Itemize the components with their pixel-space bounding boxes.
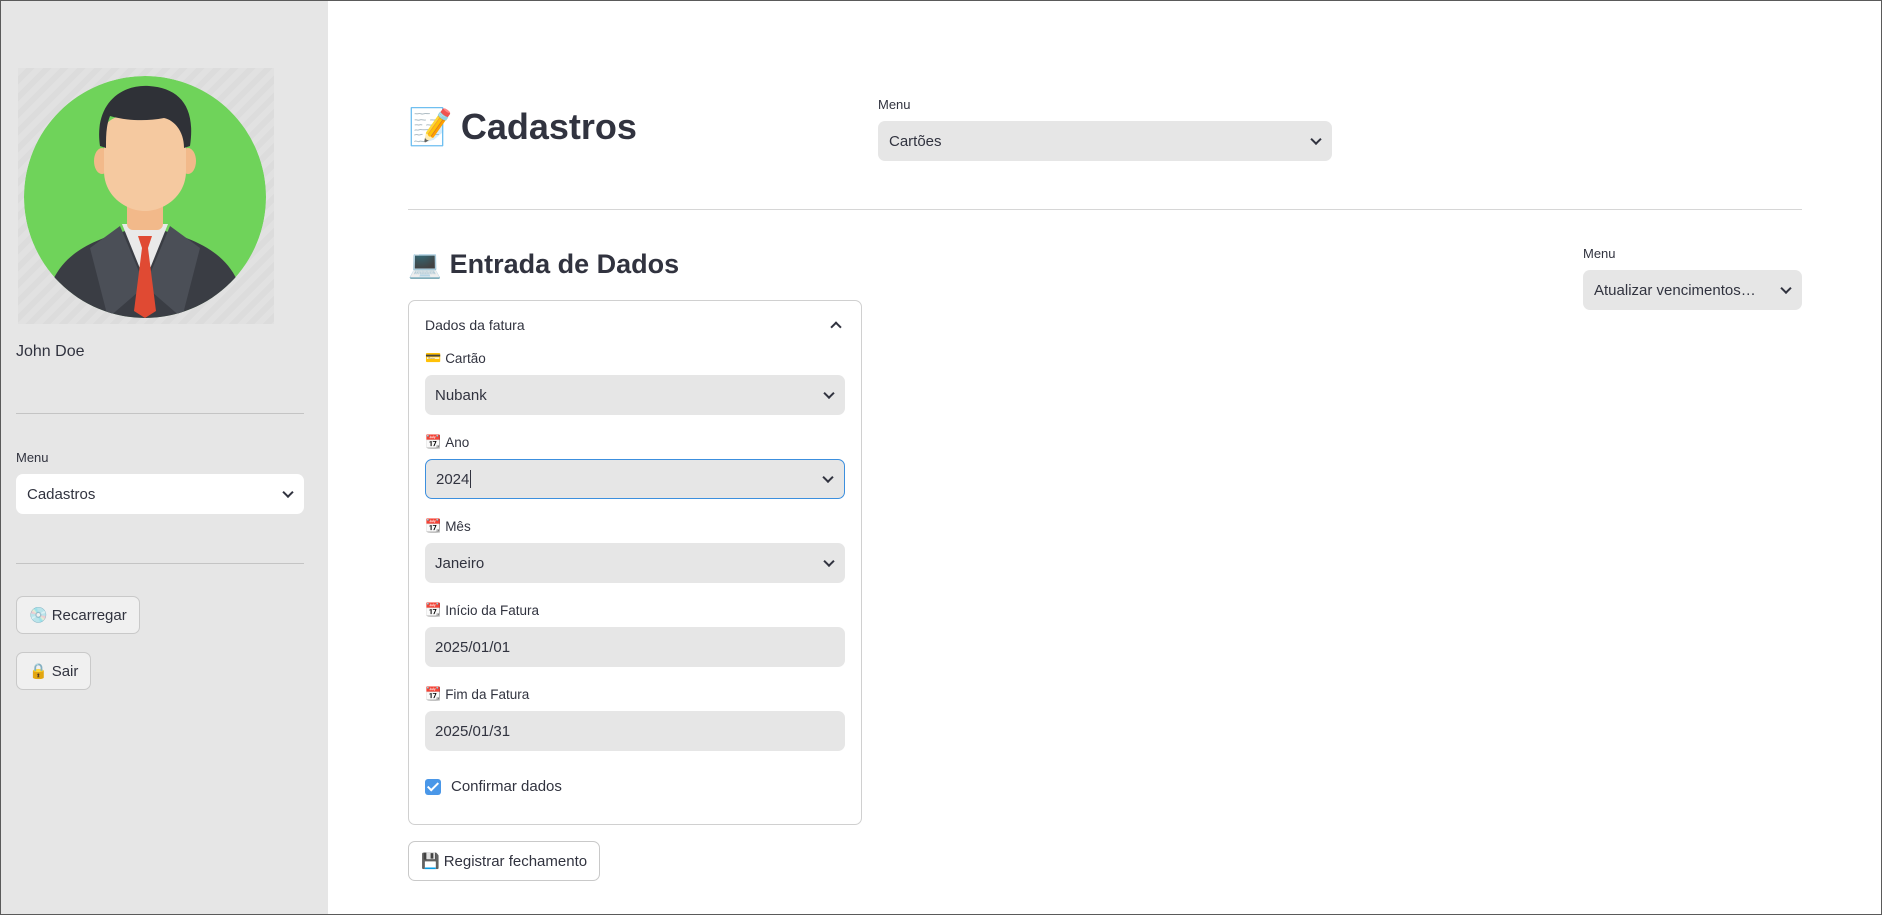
section-menu-select[interactable]: Atualizar vencimentos…	[1583, 270, 1802, 310]
memo-icon: 📝	[408, 107, 453, 148]
month-value: Janeiro	[435, 554, 485, 572]
card-select[interactable]: Nubank	[425, 375, 845, 415]
header-menu-value: Cartões	[889, 132, 942, 150]
chevron-down-icon	[823, 555, 835, 568]
section-title-text: Entrada de Dados	[449, 248, 680, 279]
chevron-down-icon	[823, 387, 835, 400]
header-menu-select[interactable]: Cartões	[878, 121, 1332, 161]
invoice-end-label: 📆 Fim da Fatura	[425, 687, 530, 702]
chevron-down-icon	[282, 486, 294, 499]
section-title: 💻 Entrada de Dados	[408, 248, 680, 281]
confirm-checkbox[interactable]	[425, 779, 441, 795]
expander-title[interactable]: Dados da fatura	[425, 317, 525, 333]
laptop-icon: 💻	[408, 249, 442, 280]
page-title-text: Cadastros	[460, 106, 637, 147]
chevron-down-icon	[1780, 282, 1792, 295]
chevron-down-icon	[822, 471, 834, 484]
confirm-label[interactable]: Confirmar dados	[451, 778, 562, 795]
chevron-up-icon[interactable]	[830, 321, 842, 333]
sidebar-menu-value: Cadastros	[27, 485, 96, 503]
floppy-disk-icon: 💾	[421, 852, 440, 870]
card-label: 💳 Cartão	[425, 351, 486, 366]
sidebar-divider	[16, 413, 304, 414]
invoice-expander: Dados da fatura 💳 Cartão Nubank 📆 Ano 20…	[408, 300, 862, 825]
reload-label: Recarregar	[51, 606, 127, 624]
calendar-icon: 📆	[425, 435, 442, 450]
invoice-end-input[interactable]: 2025/01/31	[425, 711, 845, 751]
reload-button[interactable]: 💿 Recarregar	[16, 596, 140, 634]
text-caret	[470, 470, 472, 488]
month-select[interactable]: Janeiro	[425, 543, 845, 583]
user-name: John Doe	[16, 343, 85, 360]
page-title: 📝 Cadastros	[408, 106, 637, 148]
logout-button[interactable]: 🔒 Sair	[16, 652, 92, 690]
calendar-icon: 📆	[425, 687, 442, 702]
section-menu-value: Atualizar vencimentos…	[1594, 281, 1756, 299]
avatar-frame	[18, 68, 274, 324]
credit-card-icon: 💳	[425, 351, 442, 366]
calendar-icon: 📆	[425, 519, 442, 534]
year-label: 📆 Ano	[425, 435, 470, 450]
register-closing-button[interactable]: 💾 Registrar fechamento	[408, 841, 601, 881]
sidebar-menu-label: Menu	[16, 450, 49, 465]
register-closing-label: Registrar fechamento	[443, 852, 588, 870]
avatar	[24, 76, 266, 318]
card-value: Nubank	[435, 386, 487, 404]
header-menu-label: Menu	[878, 97, 911, 112]
month-label: 📆 Mês	[425, 519, 471, 534]
year-select[interactable]: 2024	[425, 459, 845, 499]
section-menu-label: Menu	[1583, 246, 1616, 261]
disc-icon: 💿	[29, 606, 48, 624]
invoice-start-label: 📆 Início da Fatura	[425, 603, 539, 618]
calendar-icon: 📆	[425, 603, 442, 618]
sidebar-menu-select[interactable]: Cadastros	[16, 474, 304, 514]
sidebar: John Doe Menu Cadastros 💿 Recarregar 🔒 S…	[0, 0, 328, 915]
section-divider	[408, 209, 1802, 210]
main-content: 📝 Cadastros Menu Cartões 💻 Entrada de Da…	[328, 0, 1882, 915]
invoice-end-value: 2025/01/31	[435, 722, 511, 740]
invoice-start-value: 2025/01/01	[435, 638, 511, 656]
logout-label: Sair	[51, 662, 79, 680]
lock-icon: 🔒	[29, 662, 48, 680]
invoice-start-input[interactable]: 2025/01/01	[425, 627, 845, 667]
sidebar-divider	[16, 563, 304, 564]
year-value: 2024	[436, 470, 470, 488]
chevron-down-icon	[1310, 133, 1322, 146]
